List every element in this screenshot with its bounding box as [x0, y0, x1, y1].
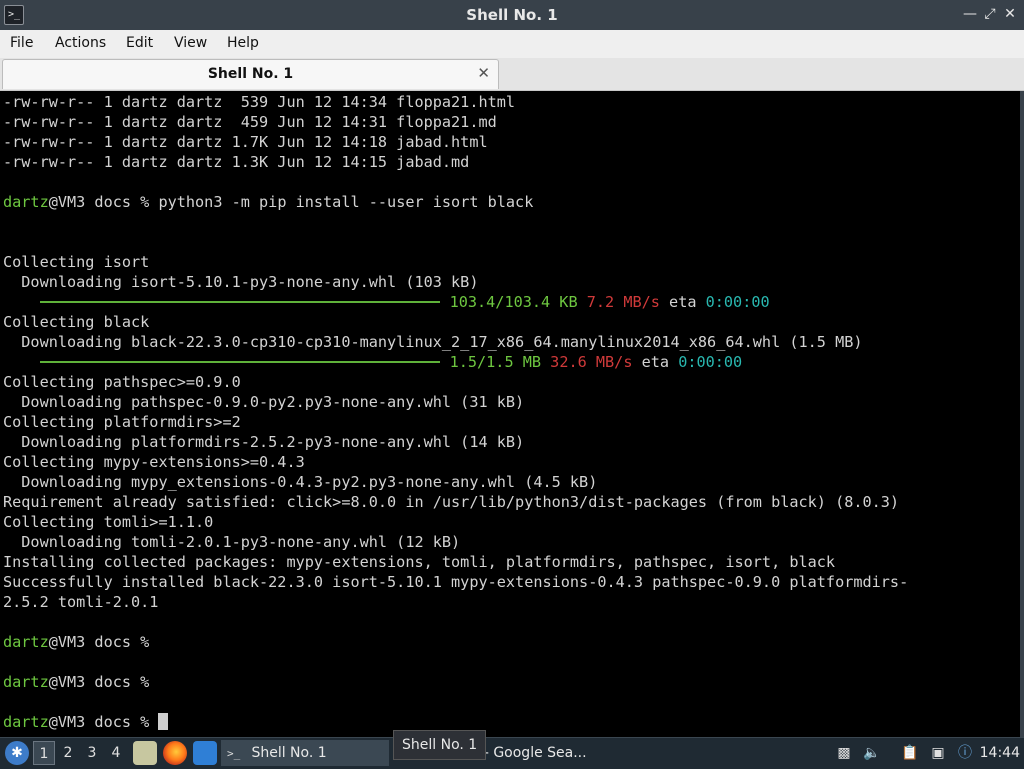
tab-close-icon[interactable]: ✕: [477, 64, 490, 82]
prompt-line-current[interactable]: dartz@VM3 docs %: [3, 712, 169, 732]
prompt-line: dartz@VM3 docs %: [3, 672, 158, 692]
output-line: Installing collected packages: mypy-exte…: [3, 553, 836, 571]
desktop-icon[interactable]: [193, 741, 217, 765]
prompt-host: @VM3 docs %: [48, 193, 159, 211]
output-line: Downloading pathspec-0.9.0-py2.py3-none-…: [3, 393, 525, 411]
progress-size: 1.5/1.5 MB: [449, 353, 542, 371]
menubar: File Actions Edit View Help: [0, 30, 1024, 59]
progress-bar: [39, 300, 440, 303]
ls-line: -rw-rw-r-- 1 dartz dartz 459 Jun 12 14:3…: [3, 113, 497, 131]
output-line: Collecting black: [3, 313, 150, 331]
progress-size: 103.4/103.4 KB: [449, 293, 578, 311]
tab-shell-1[interactable]: Shell No. 1 ✕: [2, 59, 499, 89]
workspace-1[interactable]: 1: [33, 741, 55, 765]
prompt-host: @VM3 docs %: [48, 713, 159, 731]
prompt-user: dartz: [3, 193, 49, 211]
workspace-4[interactable]: 4: [105, 741, 127, 765]
output-line: Downloading black-22.3.0-cp310-cp310-man…: [3, 333, 863, 351]
ls-line: -rw-rw-r-- 1 dartz dartz 1.3K Jun 12 14:…: [3, 153, 470, 171]
progress-bar: [39, 360, 440, 363]
terminal-output[interactable]: -rw-rw-r-- 1 dartz dartz 539 Jun 12 14:3…: [0, 91, 1024, 737]
output-line: Collecting isort: [3, 253, 150, 271]
ls-line: -rw-rw-r-- 1 dartz dartz 539 Jun 12 14:3…: [3, 93, 516, 111]
clock[interactable]: 14:44: [980, 745, 1020, 761]
workspace-2[interactable]: 2: [57, 741, 79, 765]
progress-line-black: 1.5/1.5 MB 32.6 MB/s eta 0:00:00: [3, 352, 742, 372]
output-line: Collecting platformdirs>=2: [3, 413, 241, 431]
restore-icon[interactable]: ⤢: [980, 4, 1000, 24]
file-manager-icon[interactable]: [133, 741, 157, 765]
task-label: Shell No. 1: [251, 745, 327, 761]
distro-logo-icon[interactable]: ✱: [5, 741, 29, 765]
output-line: Collecting mypy-extensions>=0.4.3: [3, 453, 305, 471]
close-icon[interactable]: ✕: [1000, 4, 1020, 24]
output-line: 2.5.2 tomli-2.0.1: [3, 593, 159, 611]
progress-eta-label: eta: [632, 353, 679, 371]
tray-app-icon[interactable]: ▩: [834, 743, 854, 763]
output-line: Collecting pathspec>=0.9.0: [3, 373, 241, 391]
tab-label: Shell No. 1: [207, 66, 294, 82]
minimize-icon[interactable]: —: [960, 4, 980, 24]
task-tooltip: Shell No. 1: [393, 730, 487, 760]
notification-icon[interactable]: ⓘ: [955, 743, 975, 763]
network-icon[interactable]: ▣: [928, 743, 948, 763]
progress-line-isort: 103.4/103.4 KB 7.2 MB/s eta 0:00:00: [3, 292, 770, 312]
progress-eta-label: eta: [659, 293, 706, 311]
output-line: Successfully installed black-22.3.0 isor…: [3, 573, 909, 591]
output-line: Downloading platformdirs-2.5.2-py3-none-…: [3, 433, 525, 451]
prompt-line: dartz@VM3 docs %: [3, 632, 158, 652]
output-line: Downloading mypy_extensions-0.4.3-py2.py…: [3, 473, 598, 491]
taskbar: ✱ 1 2 3 4 >_ Shell No. 1 ania - Google S…: [0, 737, 1024, 769]
prompt-user: dartz: [3, 633, 49, 651]
progress-eta: 0:00:00: [678, 353, 743, 371]
prompt-host: @VM3 docs %: [48, 673, 159, 691]
output-line: Downloading isort-5.10.1-py3-none-any.wh…: [3, 273, 479, 291]
firefox-icon[interactable]: [163, 741, 187, 765]
command-text: python3 -m pip install --user isort blac…: [158, 193, 534, 211]
output-line: Requirement already satisfied: click>=8.…: [3, 493, 900, 511]
menu-actions[interactable]: Actions: [55, 35, 106, 51]
progress-eta: 0:00:00: [705, 293, 770, 311]
menu-view[interactable]: View: [174, 35, 207, 51]
progress-speed: 7.2 MB/s: [586, 293, 660, 311]
ls-line: -rw-rw-r-- 1 dartz dartz 1.7K Jun 12 14:…: [3, 133, 488, 151]
terminal-icon: >_: [227, 747, 241, 760]
volume-icon[interactable]: 🔈: [862, 743, 882, 763]
workspace-3[interactable]: 3: [81, 741, 103, 765]
clipboard-icon[interactable]: 📋: [900, 743, 920, 763]
prompt-user: dartz: [3, 673, 49, 691]
command-line: dartz@VM3 docs % python3 -m pip install …: [3, 192, 533, 212]
menu-help[interactable]: Help: [227, 35, 259, 51]
text-cursor: [158, 713, 169, 730]
window-title: Shell No. 1: [466, 6, 558, 24]
tab-bar: Shell No. 1 ✕: [0, 58, 1024, 91]
task-shell-no-1[interactable]: >_ Shell No. 1: [221, 740, 389, 766]
menu-edit[interactable]: Edit: [126, 35, 153, 51]
output-line: Downloading tomli-2.0.1-py3-none-any.whl…: [3, 533, 461, 551]
menu-file[interactable]: File: [10, 35, 33, 51]
prompt-user: dartz: [3, 713, 49, 731]
prompt-host: @VM3 docs %: [48, 633, 159, 651]
output-line: Collecting tomli>=1.1.0: [3, 513, 214, 531]
window-titlebar[interactable]: >_ Shell No. 1 — ⤢ ✕: [0, 0, 1024, 30]
progress-speed: 32.6 MB/s: [550, 353, 633, 371]
